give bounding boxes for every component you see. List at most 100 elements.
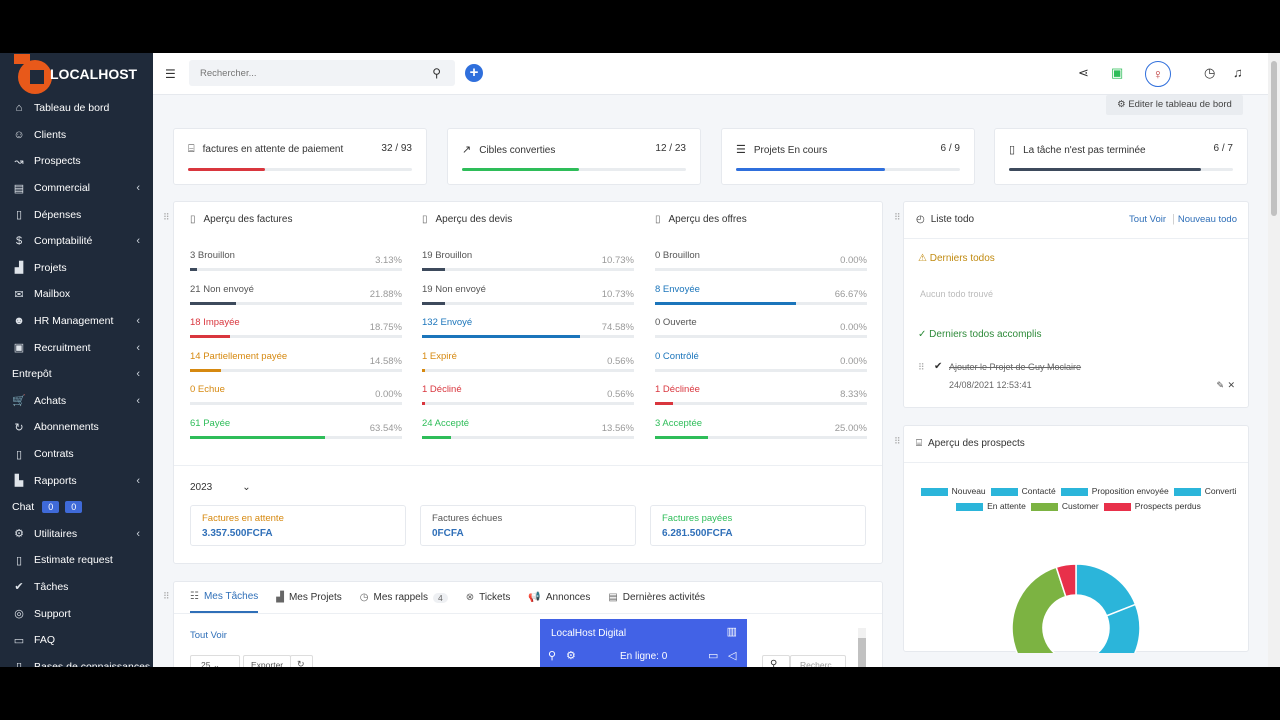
chat-messages-icon[interactable]: ▭ <box>708 649 718 662</box>
drag-handle-icon[interactable]: ⠿ <box>918 362 925 373</box>
overview-row[interactable]: 0 Contrôlé 0.00% <box>655 351 867 381</box>
tab[interactable]: ▤ Dernières activités <box>608 582 705 613</box>
overview-row[interactable]: 19 Brouillon 10.73% <box>422 250 634 280</box>
screen-check-icon[interactable]: ▣ <box>1111 65 1123 81</box>
summary-box[interactable]: Factures payées 6.281.500FCFA <box>650 505 866 546</box>
new-todo-link[interactable]: Nouveau todo <box>1178 214 1237 225</box>
table-search-input[interactable]: Recherc <box>790 655 846 667</box>
drag-handle-icon[interactable]: ⠿ <box>163 212 170 223</box>
overview-row[interactable]: 14 Partiellement payée 14.58% <box>190 351 402 381</box>
sidebar-item[interactable]: ▯ Bases de connaissances <box>0 653 153 667</box>
sidebar-item[interactable]: ↝ Prospects <box>0 148 153 175</box>
sidebar-item[interactable]: Entrepôt ‹ <box>0 361 153 388</box>
stat-progress-fill <box>1009 168 1201 171</box>
sidebar-item-label: FAQ <box>34 634 56 647</box>
edit-icon[interactable]: ✎ <box>1216 380 1224 391</box>
chat-settings-icon[interactable]: ⚙ <box>566 649 576 662</box>
sidebar-item[interactable]: ▯ Dépenses <box>0 201 153 228</box>
sidebar-item[interactable]: ☻ HR Management ‹ <box>0 308 153 335</box>
page-size-select[interactable]: 25 ⌄ <box>190 655 240 667</box>
search-input[interactable] <box>189 60 409 86</box>
sidebar-item[interactable]: ▣ Recruitment ‹ <box>0 334 153 361</box>
overview-row[interactable]: 19 Non envoyé 10.73% <box>422 284 634 314</box>
overview-row[interactable]: 24 Accepté 13.56% <box>422 418 634 448</box>
stat-card[interactable]: ↗ Cibles converties 12 / 23 <box>447 128 701 185</box>
sidebar-item[interactable]: ↻ Abonnements <box>0 414 153 441</box>
overview-row[interactable]: 3 Acceptée 25.00% <box>655 418 867 448</box>
tasks-icon: ☷ <box>190 591 199 602</box>
overview-row[interactable]: 0 Ouverte 0.00% <box>655 317 867 347</box>
brand-logo[interactable]: LOCALHOST <box>0 53 153 95</box>
summary-box[interactable]: Factures en attente 3.357.500FCFA <box>190 505 406 546</box>
menu-toggle-icon[interactable]: ☰ <box>165 67 176 81</box>
tab[interactable]: ⊗ Tickets <box>466 582 511 613</box>
overview-row[interactable]: 0 Echue 0.00% <box>190 384 402 414</box>
sidebar-item[interactable]: ▯ Estimate request <box>0 547 153 574</box>
stat-card[interactable]: ☰ Projets En cours 6 / 9 <box>721 128 975 185</box>
sidebar-item[interactable]: $ Comptabilité ‹ <box>0 228 153 255</box>
stat-card[interactable]: ▯ La tâche n'est pas terminée 6 / 7 <box>994 128 1248 185</box>
quick-add-button[interactable]: + <box>465 64 483 82</box>
sidebar-item[interactable]: ▟ Projets <box>0 255 153 282</box>
chat-window-icon[interactable]: ▥ <box>727 625 737 638</box>
tasks-view-all-link[interactable]: Tout Voir <box>190 630 227 641</box>
overview-row[interactable]: 21 Non envoyé 21.88% <box>190 284 402 314</box>
tab[interactable]: 📢 Annonces <box>528 582 590 613</box>
overview-row[interactable]: 1 Décliné 0.56% <box>422 384 634 414</box>
overview-row[interactable]: 3 Brouillon 3.13% <box>190 250 402 280</box>
sidebar-item[interactable]: ▭ FAQ <box>0 627 153 654</box>
overview-row[interactable]: 1 Déclinée 8.33% <box>655 384 867 414</box>
chat-search-icon[interactable]: ⚲ <box>548 649 556 662</box>
search-icon[interactable]: ⚲ <box>432 66 441 80</box>
refresh-icon[interactable]: ↻ <box>290 655 313 667</box>
share-icon[interactable]: ⋖ <box>1078 65 1089 81</box>
tab[interactable]: ☷ Mes Tâches <box>190 582 259 613</box>
bell-icon[interactable]: ♫ <box>1233 65 1243 80</box>
sidebar-item[interactable]: ✔ Tâches <box>0 574 153 601</box>
overview-row[interactable]: 8 Envoyée 66.67% <box>655 284 867 314</box>
prospects-card: ⌸ Aperçu des prospects Nouveau Contacté Pro… <box>903 425 1249 653</box>
todo-checkbox[interactable]: ✔ <box>934 361 942 372</box>
stat-card[interactable]: ⌸ factures en attente de paiement 32 / 93 <box>173 128 427 185</box>
sidebar-item[interactable]: ⚙ Utilitaires ‹ <box>0 521 153 548</box>
drag-handle-icon[interactable]: ⠿ <box>163 591 170 602</box>
sidebar-item[interactable]: ✉ Mailbox <box>0 281 153 308</box>
stat-count: 32 / 93 <box>381 143 412 154</box>
overview-row-track <box>655 402 867 406</box>
overview-row[interactable]: 1 Expiré 0.56% <box>422 351 634 381</box>
table-search-icon[interactable]: ⚲ <box>762 655 790 667</box>
overview-row[interactable]: 18 Impayée 18.75% <box>190 317 402 347</box>
sidebar-item[interactable]: ▯ Contrats <box>0 441 153 468</box>
edit-dashboard-button[interactable]: ⚙ Editer le tableau de bord <box>1106 95 1243 115</box>
sidebar-item[interactable]: ◎ Support <box>0 600 153 627</box>
scrollbar-thumb[interactable] <box>1271 61 1277 216</box>
drag-handle-icon[interactable]: ⠿ <box>894 212 901 223</box>
overview-row[interactable]: 61 Payée 63.54% <box>190 418 402 448</box>
drag-handle-icon[interactable]: ⠿ <box>894 436 901 447</box>
clock-icon[interactable]: ◷ <box>1204 65 1215 81</box>
overview-row[interactable]: 132 Envoyé 74.58% <box>422 317 634 347</box>
tab[interactable]: ◷ Mes rappels 4 <box>360 582 448 613</box>
tab[interactable]: ▟ Mes Projets <box>276 582 342 613</box>
sidebar-item[interactable]: Chat 0 0 <box>0 494 153 521</box>
year-select[interactable]: 2023 ⌄ <box>190 482 251 493</box>
avatar[interactable]: ♀ <box>1145 61 1171 87</box>
overview-row-fill <box>422 268 445 271</box>
overview-title-text: Aperçu des factures <box>203 214 293 225</box>
sidebar-item[interactable]: 🛒 Achats ‹ <box>0 388 153 415</box>
overview-row[interactable]: 0 Brouillon 0.00% <box>655 250 867 280</box>
sidebar-item-label: Projets <box>34 261 67 274</box>
chat-widget[interactable]: LocalHost Digital ▥ ⚲ ⚙ En ligne: 0 ▭ ◁ <box>540 619 747 667</box>
sidebar-item[interactable]: ⌂ Tableau de bord <box>0 95 153 122</box>
summary-box[interactable]: Factures échues 0FCFA <box>420 505 636 546</box>
delete-icon[interactable]: ✕ <box>1227 380 1235 391</box>
sidebar-item[interactable]: ▙ Rapports ‹ <box>0 467 153 494</box>
sidebar-item-label: Achats <box>34 394 67 407</box>
sidebar-item[interactable]: ☺ Clients <box>0 122 153 149</box>
page-scrollbar[interactable] <box>1268 53 1280 667</box>
table-scrollbar[interactable] <box>858 628 866 667</box>
chat-sound-icon[interactable]: ◁ <box>728 649 736 662</box>
export-button[interactable]: Exporter <box>243 655 291 667</box>
sidebar-item[interactable]: ▤ Commercial ‹ <box>0 175 153 202</box>
todo-view-all-link[interactable]: Tout Voir <box>1129 214 1166 225</box>
